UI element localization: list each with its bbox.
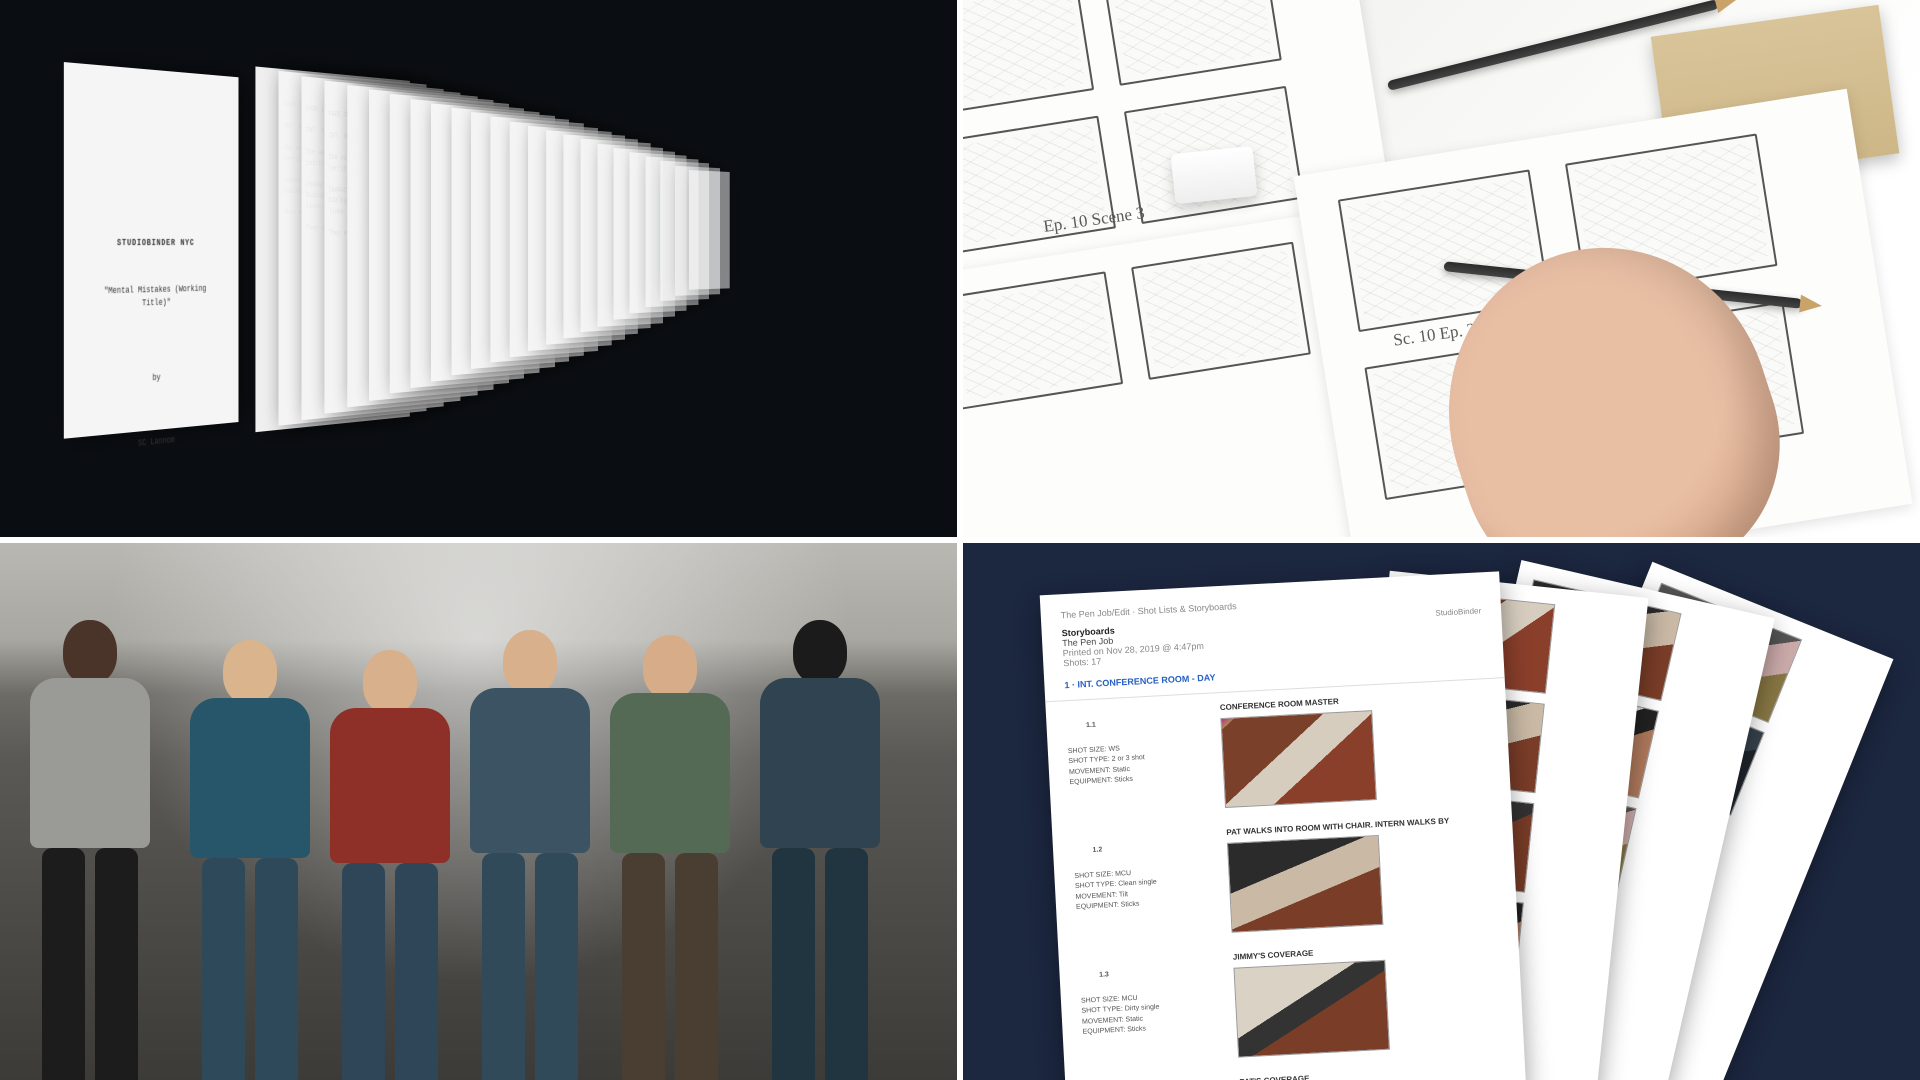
script-author: SC Lannom [95,430,215,456]
shot-meta: SHOT SIZE: MCU SHOT TYPE: Clean single M… [1074,864,1216,913]
person-3 [330,650,450,1080]
shot-title: CONFERENCE ROOM MASTER [1220,689,1486,712]
script-page [689,170,730,290]
person-1 [30,620,150,1080]
shot-meta: SHOT SIZE: MCU SHOT TYPE: Dirty single M… [1081,989,1223,1038]
panel-shotlist-printouts: The Pen Job/Edit · Shot Lists & Storyboa… [963,543,1920,1080]
script-subtitle: "Mental Mistakes (Working Title)" [95,282,215,312]
shot-title: JIMMY'S COVERAGE [1233,939,1499,962]
person-6 [760,620,880,1080]
person-2 [190,640,310,1080]
panel-storyboard-sketching: Ep. 10 Scene 3 Sc. 10 Ep. 3 [963,0,1920,537]
shot-title: PAT WALKS INTO ROOM WITH CHAIR. INTERN W… [1226,814,1492,837]
person-5 [610,635,730,1080]
script-by: by [95,368,215,390]
shot-num: 1.2 [1092,846,1102,853]
shot-row: 1.2 SHOT SIZE: MCU SHOT TYPE: Clean sing… [1052,803,1518,952]
shot-meta: SHOT SIZE: WS SHOT TYPE: 2 or 3 shot MOV… [1068,739,1210,788]
eraser [1171,146,1258,204]
shot-num: 1.1 [1086,721,1096,728]
panel-crew-on-set [0,543,957,1080]
shot-row: 1.1 SHOT SIZE: WS SHOT TYPE: 2 or 3 shot… [1045,678,1511,827]
script-title: STUDIOBINDER NYC [95,237,215,251]
shot-row: 1.3 SHOT SIZE: MCU SHOT TYPE: Dirty sing… [1058,928,1524,1077]
printout-1: The Pen Job/Edit · Shot Lists & Storyboa… [1040,571,1527,1080]
script-cover-page: STUDIOBINDER NYC "Mental Mistakes (Worki… [64,62,239,439]
printout-brand: StudioBinder [1435,606,1481,617]
shot-num: 1.3 [1099,971,1109,978]
person-4 [470,630,590,1080]
panel-script-pages: STUDIOBINDER NYC "Mental Mistakes (Worki… [0,0,957,537]
script-pages-stage: STUDIOBINDER NYC "Mental Mistakes (Worki… [0,0,957,537]
shot-title: PAT'S COVERAGE [1239,1064,1505,1080]
